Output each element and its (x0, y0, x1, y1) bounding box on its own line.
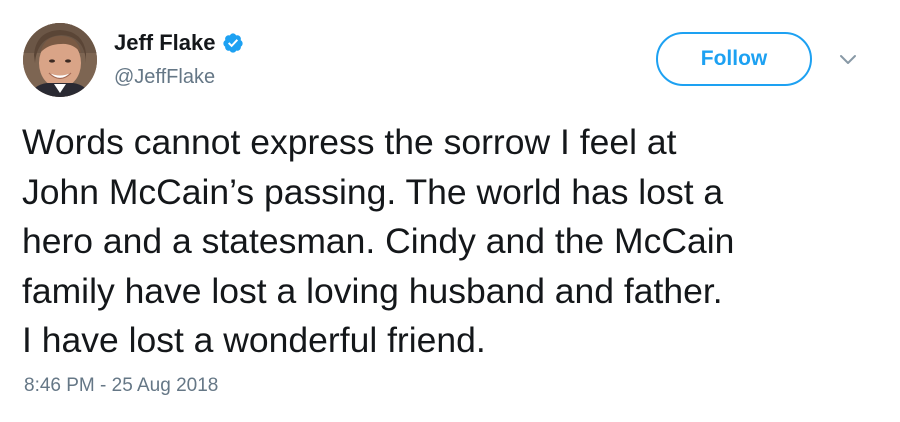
tweet-timestamp[interactable]: 8:46 PM - 25 Aug 2018 (24, 374, 218, 398)
author-display-name[interactable]: Jeff Flake (114, 28, 216, 58)
avatar[interactable] (23, 23, 97, 97)
tweet-card: Jeff Flake @JeffFlake Follow Words canno… (0, 0, 900, 422)
avatar-photo-icon (23, 23, 97, 97)
author-name-row: Jeff Flake (114, 28, 244, 58)
chevron-down-icon[interactable] (838, 50, 858, 70)
tweet-text: Words cannot express the sorrow I feel a… (22, 122, 735, 360)
follow-button[interactable]: Follow (656, 32, 812, 86)
verified-badge-icon (222, 32, 244, 54)
author-handle[interactable]: @JeffFlake (114, 64, 215, 90)
